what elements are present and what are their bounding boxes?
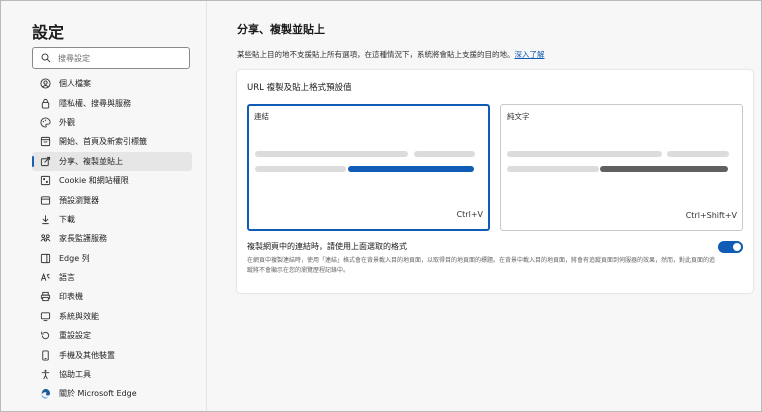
sidebar-item-edge-bar[interactable]: Edge 列 bbox=[32, 249, 192, 268]
share-icon bbox=[39, 155, 51, 167]
preview-bar bbox=[255, 151, 408, 157]
printer-icon bbox=[39, 291, 51, 303]
sidebar-item-share-copy-paste[interactable]: 分享、複製並貼上 bbox=[32, 151, 192, 171]
option-label: 連結 bbox=[254, 112, 269, 121]
description-text: 某些貼上目的地不支援貼上所有選項，在這種情況下，系統將會貼上支援的目的地。 bbox=[237, 50, 515, 59]
page-title: 分享、複製並貼上 bbox=[237, 23, 325, 36]
family-icon bbox=[39, 233, 51, 245]
toggle-description: 在網頁中複製連結時，使用「連結」格式會在背景載入目的地頁面，以取得目的地頁面的標… bbox=[247, 257, 716, 274]
sidebar-item-label: 系統與效能 bbox=[59, 311, 99, 321]
sidebar-item-system[interactable]: 系統與效能 bbox=[32, 307, 192, 326]
profile-icon bbox=[39, 78, 51, 90]
sidebar-item-accessibility[interactable]: 協助工具 bbox=[32, 365, 192, 384]
phone-icon bbox=[39, 349, 51, 361]
reset-icon bbox=[39, 330, 51, 342]
sidebar-item-label: Edge 列 bbox=[59, 253, 90, 263]
download-icon bbox=[39, 213, 51, 225]
lock-icon bbox=[39, 97, 51, 109]
sidebar-item-about-edge[interactable]: 關於 Microsoft Edge bbox=[32, 384, 192, 403]
preview-bar bbox=[255, 166, 346, 172]
system-icon bbox=[39, 310, 51, 322]
sidebar-item-label: 家長監護服務 bbox=[59, 234, 107, 244]
sidebar-item-label: 語言 bbox=[59, 273, 75, 283]
sidebar-item-label: 分享、複製並貼上 bbox=[59, 156, 123, 166]
sidebar-item-phone[interactable]: 手機及其他裝置 bbox=[32, 345, 192, 364]
language-icon bbox=[39, 272, 51, 284]
sidebar-item-profile[interactable]: 個人檔案 bbox=[32, 74, 192, 93]
sidebar-item-appearance[interactable]: 外觀 bbox=[32, 113, 192, 132]
shortcut-label: Ctrl+V bbox=[456, 210, 483, 219]
sidebar-item-label: 隱私權、搜尋與服務 bbox=[59, 98, 131, 108]
sidebar-item-privacy[interactable]: 隱私權、搜尋與服務 bbox=[32, 93, 192, 112]
edge-logo-icon bbox=[39, 388, 51, 400]
search-box[interactable] bbox=[32, 47, 190, 69]
learn-more-link[interactable]: 深入了解 bbox=[515, 50, 545, 59]
home-tabs-icon bbox=[39, 136, 51, 148]
sidebar-item-label: 開始、首頁及新索引標籤 bbox=[59, 137, 147, 147]
option-link[interactable]: 連結 Ctrl+V bbox=[247, 104, 490, 231]
cookie-icon bbox=[39, 175, 51, 187]
toggle-title: 複製網頁中的連結時，請使用上面選取的格式 bbox=[247, 242, 407, 251]
search-icon bbox=[41, 53, 51, 63]
sidebar-item-label: 印表機 bbox=[59, 292, 83, 302]
option-label: 純文字 bbox=[507, 112, 530, 121]
sidebar-item-label: 個人檔案 bbox=[59, 79, 91, 89]
sidebar-item-printers[interactable]: 印表機 bbox=[32, 287, 192, 306]
preview-bar bbox=[667, 151, 729, 157]
preview-text-bar bbox=[600, 166, 728, 172]
sidebar-item-label: 關於 Microsoft Edge bbox=[59, 389, 137, 399]
sidebar-nav: 個人檔案 隱私權、搜尋與服務 外觀 開始、首頁及新索引標籤 分享、複製並貼上 C… bbox=[32, 74, 192, 404]
preview-link-bar bbox=[348, 166, 474, 172]
sidebar-item-label: 協助工具 bbox=[59, 370, 91, 380]
sidebar-item-downloads[interactable]: 下載 bbox=[32, 210, 192, 229]
sidebar-item-cookies[interactable]: Cookie 和網站權限 bbox=[32, 171, 192, 190]
accessibility-icon bbox=[39, 369, 51, 381]
preview-bar bbox=[414, 151, 475, 157]
option-plain-text[interactable]: 純文字 Ctrl+Shift+V bbox=[500, 104, 743, 231]
sidebar-item-label: 手機及其他裝置 bbox=[59, 350, 115, 360]
use-format-toggle[interactable] bbox=[718, 241, 743, 253]
url-format-card: URL 複製及貼上格式預設值 連結 Ctrl+V 純文字 Ctrl+Shift+… bbox=[237, 70, 753, 293]
sidebar-item-label: 重設設定 bbox=[59, 331, 91, 341]
sidebar-item-default-browser[interactable]: 預設瀏覽器 bbox=[32, 190, 192, 209]
main-content: 分享、複製並貼上 某些貼上目的地不支援貼上所有選項，在這種情況下，系統將會貼上支… bbox=[208, 1, 761, 411]
sidebar-item-label: Cookie 和網站權限 bbox=[59, 176, 129, 186]
browser-icon bbox=[39, 194, 51, 206]
sidebar-item-family[interactable]: 家長監護服務 bbox=[32, 229, 192, 248]
sidebar-item-start-home[interactable]: 開始、首頁及新索引標籤 bbox=[32, 132, 192, 151]
sidebar-item-label: 預設瀏覽器 bbox=[59, 195, 99, 205]
page-description: 某些貼上目的地不支援貼上所有選項，在這種情況下，系統將會貼上支援的目的地。深入了… bbox=[237, 49, 545, 60]
search-input[interactable] bbox=[58, 53, 178, 63]
palette-icon bbox=[39, 116, 51, 128]
sidebar-item-label: 下載 bbox=[59, 214, 75, 224]
preview-bar bbox=[507, 166, 599, 172]
sidebar-title: 設定 bbox=[32, 23, 65, 42]
sidebar-item-label: 外觀 bbox=[59, 117, 75, 127]
sidebar-item-languages[interactable]: 語言 bbox=[32, 268, 192, 287]
edge-bar-icon bbox=[39, 252, 51, 264]
preview-bar bbox=[507, 151, 662, 157]
card-title: URL 複製及貼上格式預設值 bbox=[247, 83, 352, 93]
sidebar-item-reset[interactable]: 重設設定 bbox=[32, 326, 192, 345]
sidebar: 設定 個人檔案 隱私權、搜尋與服務 外觀 開始、首頁及新索引標籤 分享、複製並貼… bbox=[1, 1, 207, 411]
shortcut-label: Ctrl+Shift+V bbox=[685, 211, 737, 220]
